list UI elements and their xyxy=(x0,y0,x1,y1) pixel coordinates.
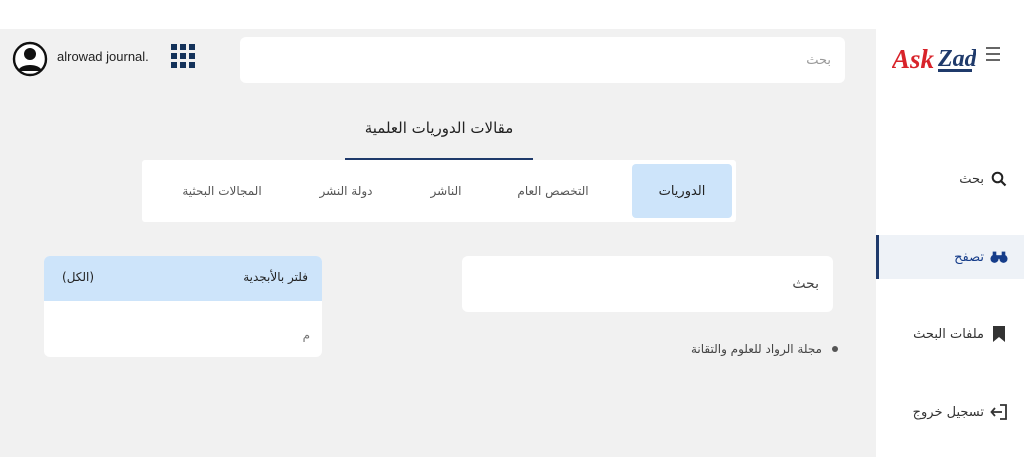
tab-journals[interactable]: الدوريات xyxy=(632,164,732,218)
svg-text:Zad: Zad xyxy=(937,46,976,72)
sidebar-item-search[interactable]: بحث xyxy=(876,157,1024,201)
tab-publishing-country[interactable]: دولة النشر xyxy=(298,164,394,218)
list-item[interactable]: مجلة الرواد للعلوم والتقانة xyxy=(600,342,838,356)
sidebar-item-logout[interactable]: تسجيل خروج xyxy=(876,390,1024,434)
filter-title: فلتر بالأبجدية xyxy=(243,270,308,284)
sidebar-item-label: تسجيل خروج xyxy=(912,404,984,420)
journal-search-input[interactable] xyxy=(462,256,833,312)
sidebar-item-research-files[interactable]: ملفات البحث xyxy=(876,312,1024,356)
bullet-icon xyxy=(832,346,838,352)
alphabet-filter: فلتر بالأبجدية (الكل) م xyxy=(44,256,322,357)
sidebar-item-label: ملفات البحث xyxy=(913,326,984,342)
filter-letter[interactable]: م xyxy=(303,328,310,342)
tab-research-fields[interactable]: المجالات البحثية xyxy=(158,164,286,218)
tab-publisher[interactable]: الناشر xyxy=(404,164,488,218)
sidebar-item-label: تصفح xyxy=(954,249,984,265)
askzad-logo[interactable]: Ask Zad xyxy=(890,41,978,75)
sidebar: Ask Zad بحث تصفح ملفات البحث تسجيل خروج xyxy=(876,29,1024,457)
hamburger-menu-icon[interactable] xyxy=(986,47,1000,61)
apps-grid-icon[interactable] xyxy=(171,44,195,70)
top-header: alrowad journal. xyxy=(0,29,876,89)
top-search-input[interactable] xyxy=(240,37,845,83)
category-tabs: الدوريات التخصص العام الناشر دولة النشر … xyxy=(142,160,736,222)
sidebar-item-label: بحث xyxy=(959,171,984,187)
username-label: alrowad journal. xyxy=(57,49,149,64)
tab-general-specialization[interactable]: التخصص العام xyxy=(498,164,608,218)
page-title: مقالات الدوريات العلمية xyxy=(364,119,514,137)
app-shell: alrowad journal. Ask Zad بحث تصفح xyxy=(0,29,1024,457)
filter-all-link[interactable]: (الكل) xyxy=(62,270,94,284)
result-label: مجلة الرواد للعلوم والتقانة xyxy=(690,342,822,356)
binoculars-icon xyxy=(990,248,1008,266)
logout-icon xyxy=(990,403,1008,421)
sidebar-item-browse[interactable]: تصفح xyxy=(876,235,1024,279)
svg-text:Ask: Ask xyxy=(892,44,935,74)
user-avatar-icon[interactable] xyxy=(12,40,48,78)
filter-header: فلتر بالأبجدية (الكل) xyxy=(44,256,322,301)
search-icon xyxy=(990,170,1008,188)
bookmark-icon xyxy=(990,325,1008,343)
